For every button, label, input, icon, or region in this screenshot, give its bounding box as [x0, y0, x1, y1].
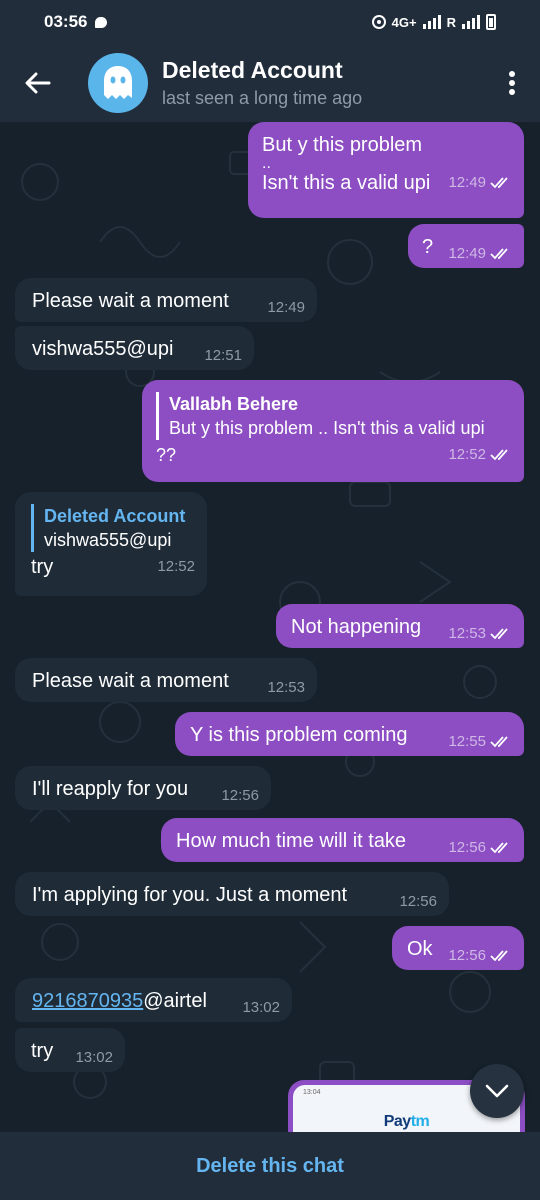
message-bubble[interactable]: Y is this problem coming 12:55	[175, 712, 524, 756]
message-text: Please wait a moment	[32, 670, 229, 692]
message-time: 12:55	[448, 733, 486, 750]
message-time: 12:56	[448, 839, 486, 856]
message-text-suffix: @airtel	[143, 990, 207, 1012]
message-bubble[interactable]: Please wait a moment 12:49	[15, 278, 317, 322]
message-time: 12:56	[399, 893, 437, 910]
network-type: 4G+	[391, 14, 417, 30]
chat-header: Deleted Account last seen a long time ag…	[0, 44, 540, 122]
message-meta: 12:55	[448, 722, 512, 756]
message-bubble[interactable]: I'll reapply for you 12:56	[15, 766, 271, 810]
scroll-to-bottom-button[interactable]	[470, 1064, 524, 1118]
double-check-icon	[490, 628, 508, 640]
message-time: 12:56	[221, 787, 259, 804]
message-time: 13:02	[242, 999, 280, 1016]
roaming-label: R	[446, 14, 456, 30]
double-check-icon	[490, 177, 508, 189]
phone-link[interactable]: 9216870935	[32, 990, 143, 1012]
message-time: 12:49	[448, 174, 486, 191]
chat-area[interactable]: But y this problem .. Isn't this a valid…	[0, 122, 540, 1132]
chat-title-block[interactable]: Deleted Account last seen a long time ag…	[162, 57, 362, 109]
message-bubble[interactable]: Please wait a moment 12:53	[15, 658, 317, 702]
reply-sender: Deleted Account	[44, 506, 186, 526]
status-bar: 03:56 4G+ R	[0, 0, 540, 44]
message-text: 9216870935@airtel	[32, 988, 207, 1022]
thumbnail-status-time: 13:04	[303, 1089, 321, 1096]
message-meta: 12:56	[448, 828, 512, 862]
reply-quote[interactable]: Vallabh Behere But y this problem .. Isn…	[156, 392, 512, 440]
reply-text: vishwa555@upi	[44, 530, 172, 550]
paytm-logo-pay: Pay	[383, 1113, 411, 1130]
back-button[interactable]	[0, 44, 76, 122]
message-text: Please wait a moment	[32, 290, 229, 312]
message-text: But y this problem	[262, 134, 423, 156]
notification-icon	[95, 16, 108, 28]
message-text: I'll reapply for you	[32, 778, 189, 800]
message-text: I'm applying for you. Just a moment	[32, 884, 348, 906]
bottom-bar: Delete this chat	[0, 1132, 540, 1200]
message-text: ??	[156, 445, 177, 465]
status-time: 03:56	[44, 12, 88, 31]
message-text: try	[31, 556, 54, 578]
message-time: 12:49	[267, 299, 305, 316]
message-bubble[interactable]: I'm applying for you. Just a moment 12:5…	[15, 872, 449, 916]
paytm-logo-tm: tm	[410, 1113, 430, 1130]
message-bubble[interactable]: vishwa555@upi 12:51	[15, 326, 254, 370]
message-bubble[interactable]: try 13:02	[15, 1028, 125, 1072]
message-text: ?	[422, 236, 434, 258]
message-bubble[interactable]: How much time will it take 12:56	[161, 818, 524, 862]
message-time: 12:52	[448, 446, 486, 463]
message-time: 12:51	[204, 347, 242, 364]
message-bubble[interactable]: 9216870935@airtel 13:02	[15, 978, 292, 1022]
message-time: 12:53	[267, 679, 305, 696]
message-time: 12:56	[448, 947, 486, 964]
ghost-icon	[104, 66, 132, 99]
message-text: Not happening	[291, 616, 422, 638]
message-text: vishwa555@upi	[32, 338, 174, 360]
chevron-down-icon	[485, 1084, 509, 1098]
message-bubble[interactable]: Vallabh Behere But y this problem .. Isn…	[142, 380, 524, 482]
message-bubble[interactable]: ? 12:49	[408, 224, 524, 268]
signal-icon	[422, 15, 441, 29]
message-meta: 12:56	[448, 936, 512, 970]
message-text: Isn't this a valid upi	[262, 172, 431, 194]
more-options-button[interactable]	[484, 44, 540, 122]
message-bubble[interactable]: Deleted Account vishwa555@upi try 12:52	[15, 492, 207, 596]
message-meta: 12:49	[448, 234, 512, 268]
double-check-icon	[490, 736, 508, 748]
signal-icon-2	[462, 15, 480, 29]
message-text: Y is this problem coming	[190, 724, 408, 746]
double-check-icon	[490, 248, 508, 260]
message-time: 12:52	[157, 558, 195, 575]
avatar[interactable]	[88, 53, 148, 113]
hotspot-icon	[371, 15, 386, 29]
message-text: ..	[262, 155, 271, 172]
more-vertical-icon	[509, 71, 515, 95]
reply-text: But y this problem .. Isn't this a valid…	[169, 418, 485, 438]
message-text: Ok	[407, 938, 433, 960]
message-time: 12:49	[448, 245, 486, 262]
message-bubble[interactable]: Ok 12:56	[392, 926, 524, 970]
status-icons: 4G+ R	[371, 14, 496, 30]
message-bubble[interactable]: Not happening 12:53	[276, 604, 524, 648]
message-meta: 12:49	[448, 170, 512, 196]
message-time: 12:53	[448, 625, 486, 642]
last-seen-status: last seen a long time ago	[162, 88, 363, 108]
battery-icon	[486, 14, 496, 30]
message-bubble[interactable]: But y this problem .. Isn't this a valid…	[248, 122, 524, 218]
double-check-icon	[490, 449, 508, 461]
message-meta: 12:52	[448, 442, 512, 468]
double-check-icon	[490, 842, 508, 854]
message-text: How much time will it take	[176, 830, 407, 852]
message-time: 13:02	[75, 1049, 113, 1066]
delete-chat-button[interactable]: Delete this chat	[196, 1155, 344, 1178]
chat-title: Deleted Account	[162, 57, 343, 83]
message-meta: 12:53	[448, 614, 512, 648]
message-text: try	[31, 1040, 54, 1062]
reply-quote[interactable]: Deleted Account vishwa555@upi	[31, 504, 195, 552]
reply-sender: Vallabh Behere	[169, 394, 299, 414]
arrow-left-icon	[25, 72, 51, 94]
double-check-icon	[490, 950, 508, 962]
